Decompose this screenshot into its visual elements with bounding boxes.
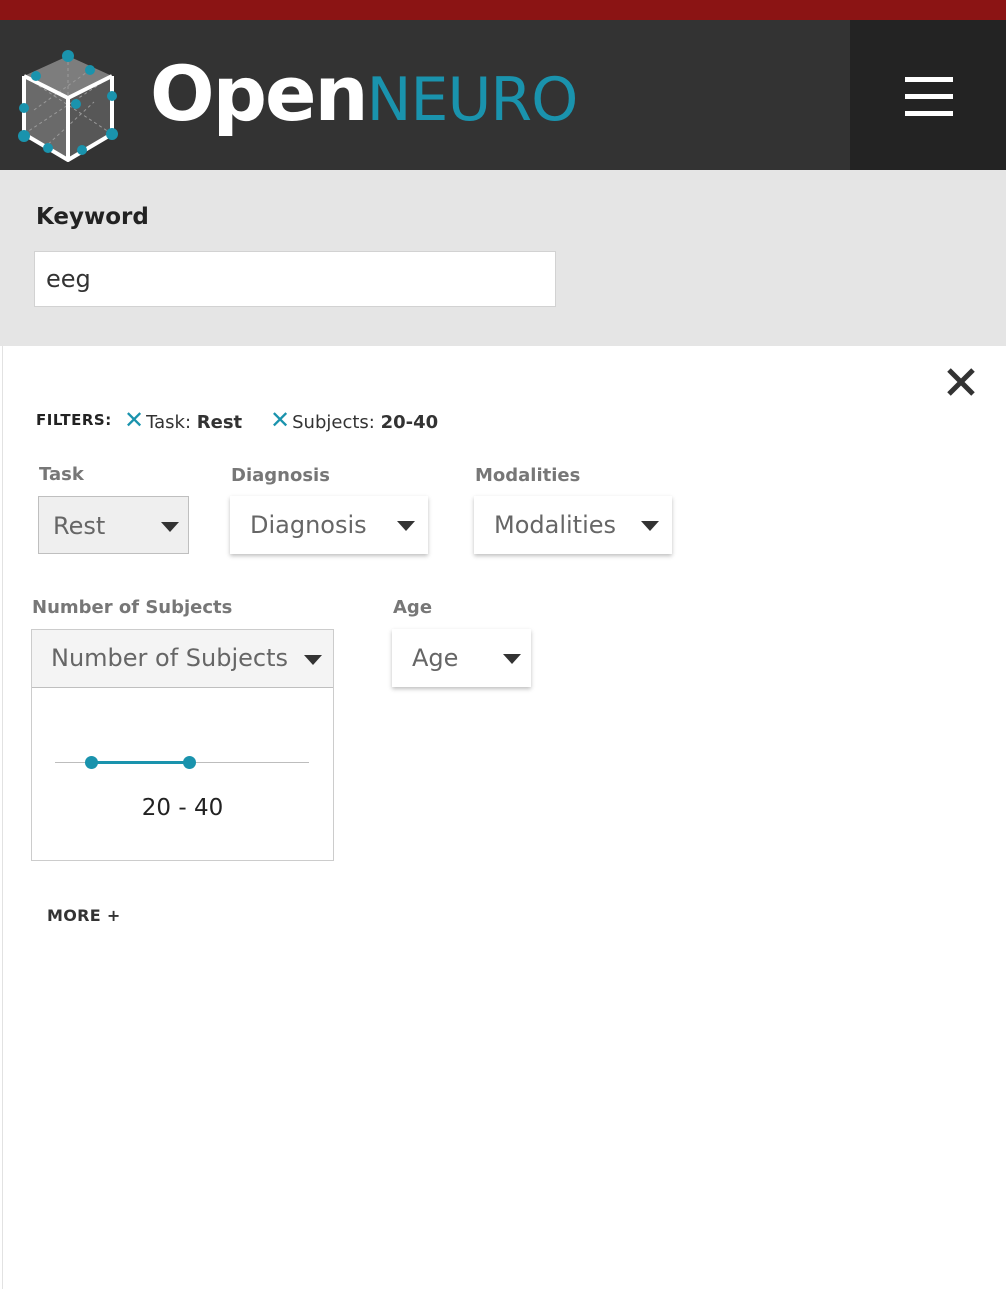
range-slider-min-handle[interactable] <box>85 756 98 769</box>
task-dropdown[interactable]: Rest <box>38 496 189 554</box>
filter-chip-value: Rest <box>196 412 243 433</box>
keyword-input[interactable] <box>34 251 556 307</box>
openneuro-logo-icon[interactable] <box>14 50 124 165</box>
subjects-dropdown-placeholder: Number of Subjects <box>51 644 289 672</box>
filter-chip-name: Task: <box>146 412 192 433</box>
range-slider-max-handle[interactable] <box>183 756 196 769</box>
keyword-search-section: Keyword <box>0 170 1006 346</box>
chevron-down-icon <box>304 655 322 665</box>
menu-button[interactable] <box>850 20 1006 170</box>
remove-filter-icon[interactable]: ✕ <box>270 406 290 434</box>
chevron-down-icon <box>397 521 415 531</box>
task-dropdown-value: Rest <box>53 512 106 540</box>
modalities-dropdown-placeholder: Modalities <box>494 511 617 539</box>
subjects-dropdown-toggle[interactable]: Number of Subjects <box>32 630 333 688</box>
plus-icon: + <box>106 906 121 925</box>
chevron-down-icon <box>641 521 659 531</box>
chevron-down-icon <box>161 522 179 532</box>
filter-chip-name: Subjects: <box>292 412 375 433</box>
subjects-range-dropdown: Number of Subjects 20 - 40 <box>31 629 334 861</box>
keyword-label: Keyword <box>36 204 149 230</box>
age-label: Age <box>393 597 433 618</box>
brand-open-text: Open <box>150 49 369 138</box>
filter-chip-subjects[interactable]: ✕ Subjects: 20-40 <box>270 408 438 435</box>
diagnosis-dropdown-placeholder: Diagnosis <box>250 511 367 539</box>
active-filters-bar: FILTERS: ✕ Task: Rest ✕ Subjects: 20-40 <box>36 408 438 433</box>
filter-chip-value: 20-40 <box>380 412 439 433</box>
chevron-down-icon <box>503 654 521 664</box>
filters-label: FILTERS: <box>36 411 112 429</box>
filter-chip-task[interactable]: ✕ Task: Rest <box>124 408 242 435</box>
diagnosis-label: Diagnosis <box>231 465 330 486</box>
task-label: Task <box>39 464 84 485</box>
more-label: MORE <box>47 906 101 925</box>
filters-panel: FILTERS: ✕ Task: Rest ✕ Subjects: 20-40 Ta… <box>2 346 1006 1289</box>
modalities-label: Modalities <box>475 465 581 486</box>
subjects-label: Number of Subjects <box>32 597 233 618</box>
range-slider-selection <box>91 761 189 764</box>
remove-filter-icon[interactable]: ✕ <box>124 406 144 434</box>
top-accent-strip <box>0 0 1006 20</box>
brand-wordmark[interactable]: OpenNEURO <box>150 54 579 136</box>
close-icon[interactable] <box>943 364 981 402</box>
diagnosis-dropdown[interactable]: Diagnosis <box>230 496 428 554</box>
range-value-text: 20 - 40 <box>141 795 224 821</box>
age-dropdown-placeholder: Age <box>412 644 459 672</box>
more-filters-button[interactable]: MORE + <box>47 906 121 925</box>
site-header: OpenNEURO <box>0 20 1006 170</box>
age-dropdown[interactable]: Age <box>392 629 531 687</box>
modalities-dropdown[interactable]: Modalities <box>474 496 672 554</box>
brand-neuro-text: NEURO <box>366 65 579 135</box>
